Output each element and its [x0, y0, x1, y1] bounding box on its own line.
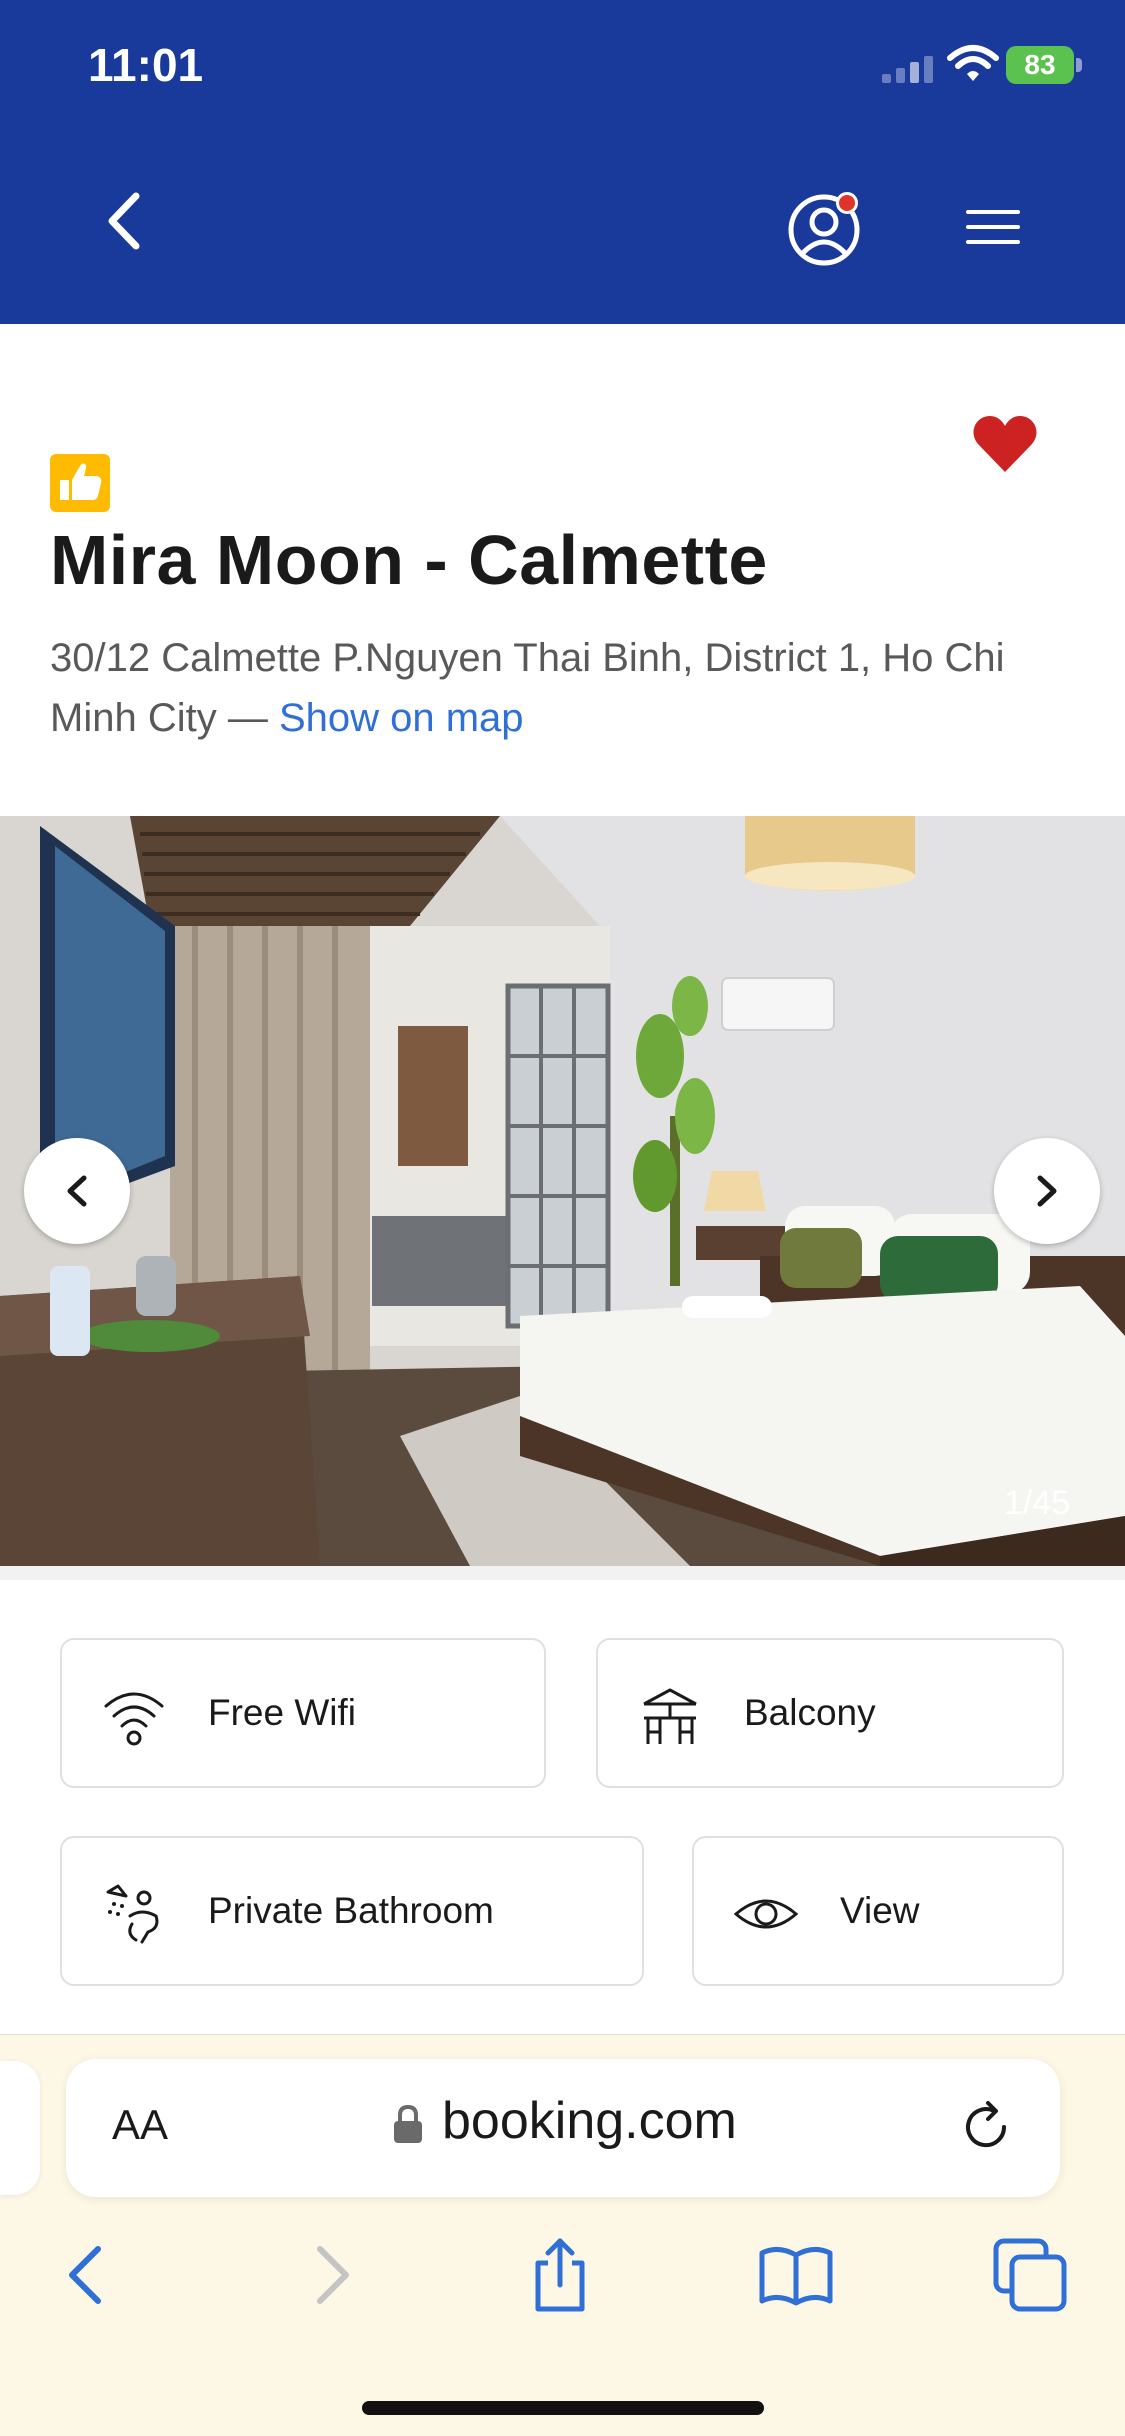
- chevron-right-icon: [1037, 1175, 1057, 1207]
- chevron-left-icon[interactable]: [90, 186, 160, 256]
- gallery-next-button[interactable]: [994, 1138, 1100, 1244]
- room-photo: [0, 816, 1125, 1566]
- lock-icon: [394, 2104, 422, 2143]
- bathroom-icon: [106, 1884, 159, 1944]
- eye-icon: [734, 1899, 798, 1929]
- gallery-prev-button[interactable]: [24, 1138, 130, 1244]
- facility-label: Free Wifi: [208, 1692, 356, 1733]
- facility-label: Balcony: [744, 1692, 876, 1733]
- reload-icon[interactable]: [956, 2097, 1016, 2157]
- notification-dot: [836, 192, 858, 214]
- facility-label: Private Bathroom: [208, 1890, 494, 1931]
- thumbs-up-icon: [60, 463, 102, 500]
- wifi-icon: [104, 1692, 164, 1746]
- battery-cap: [1076, 58, 1082, 72]
- browser-toolbar: AA booking.com: [0, 2034, 1125, 2436]
- photo-counter: 1/45: [1004, 1484, 1071, 1522]
- section-divider: [0, 1566, 1125, 1580]
- facility-view: View: [692, 1836, 1064, 1986]
- wifi-status-icon: [947, 45, 999, 81]
- facility-private-bathroom: Private Bathroom: [60, 1836, 644, 1986]
- property-address: 30/12 Calmette P.Nguyen Thai Binh, Distr…: [50, 628, 1090, 748]
- facility-label: View: [840, 1890, 920, 1931]
- facility-balcony: Balcony: [596, 1638, 1064, 1788]
- text-size-button[interactable]: AA: [112, 2101, 168, 2149]
- address-text: 30/12 Calmette P.Nguyen Thai Binh, Distr…: [50, 636, 1005, 740]
- bookmarks-icon[interactable]: [756, 2235, 836, 2315]
- app-header: [0, 120, 1125, 324]
- status-bar: 11:01 83: [0, 0, 1125, 120]
- status-time: 11:01: [88, 39, 204, 91]
- forward-arrow-icon[interactable]: [290, 2235, 370, 2315]
- account-button[interactable]: [786, 192, 862, 268]
- home-indicator: [362, 2401, 764, 2415]
- address-bar[interactable]: AA booking.com: [66, 2059, 1060, 2197]
- thumbs-up-badge: [50, 454, 110, 512]
- tabs-icon[interactable]: [990, 2235, 1070, 2315]
- photo-gallery[interactable]: 1/45: [0, 816, 1125, 1566]
- hamburger-menu-icon[interactable]: [962, 196, 1024, 258]
- previous-tab-edge[interactable]: [0, 2061, 40, 2195]
- battery-indicator: 83: [1006, 46, 1082, 84]
- cellular-signal-icon: [882, 56, 933, 83]
- battery-level: 83: [1006, 46, 1074, 84]
- chevron-left-icon: [67, 1175, 87, 1207]
- share-icon[interactable]: [520, 2235, 600, 2315]
- heart-icon[interactable]: [972, 414, 1038, 474]
- back-arrow-icon[interactable]: [48, 2235, 128, 2315]
- facility-free-wifi: Free Wifi: [60, 1638, 546, 1788]
- url-domain: booking.com: [442, 2092, 737, 2150]
- property-name: Mira Moon - Calmette: [50, 521, 768, 599]
- show-on-map-link[interactable]: Show on map: [279, 696, 524, 740]
- balcony-icon: [643, 1688, 697, 1744]
